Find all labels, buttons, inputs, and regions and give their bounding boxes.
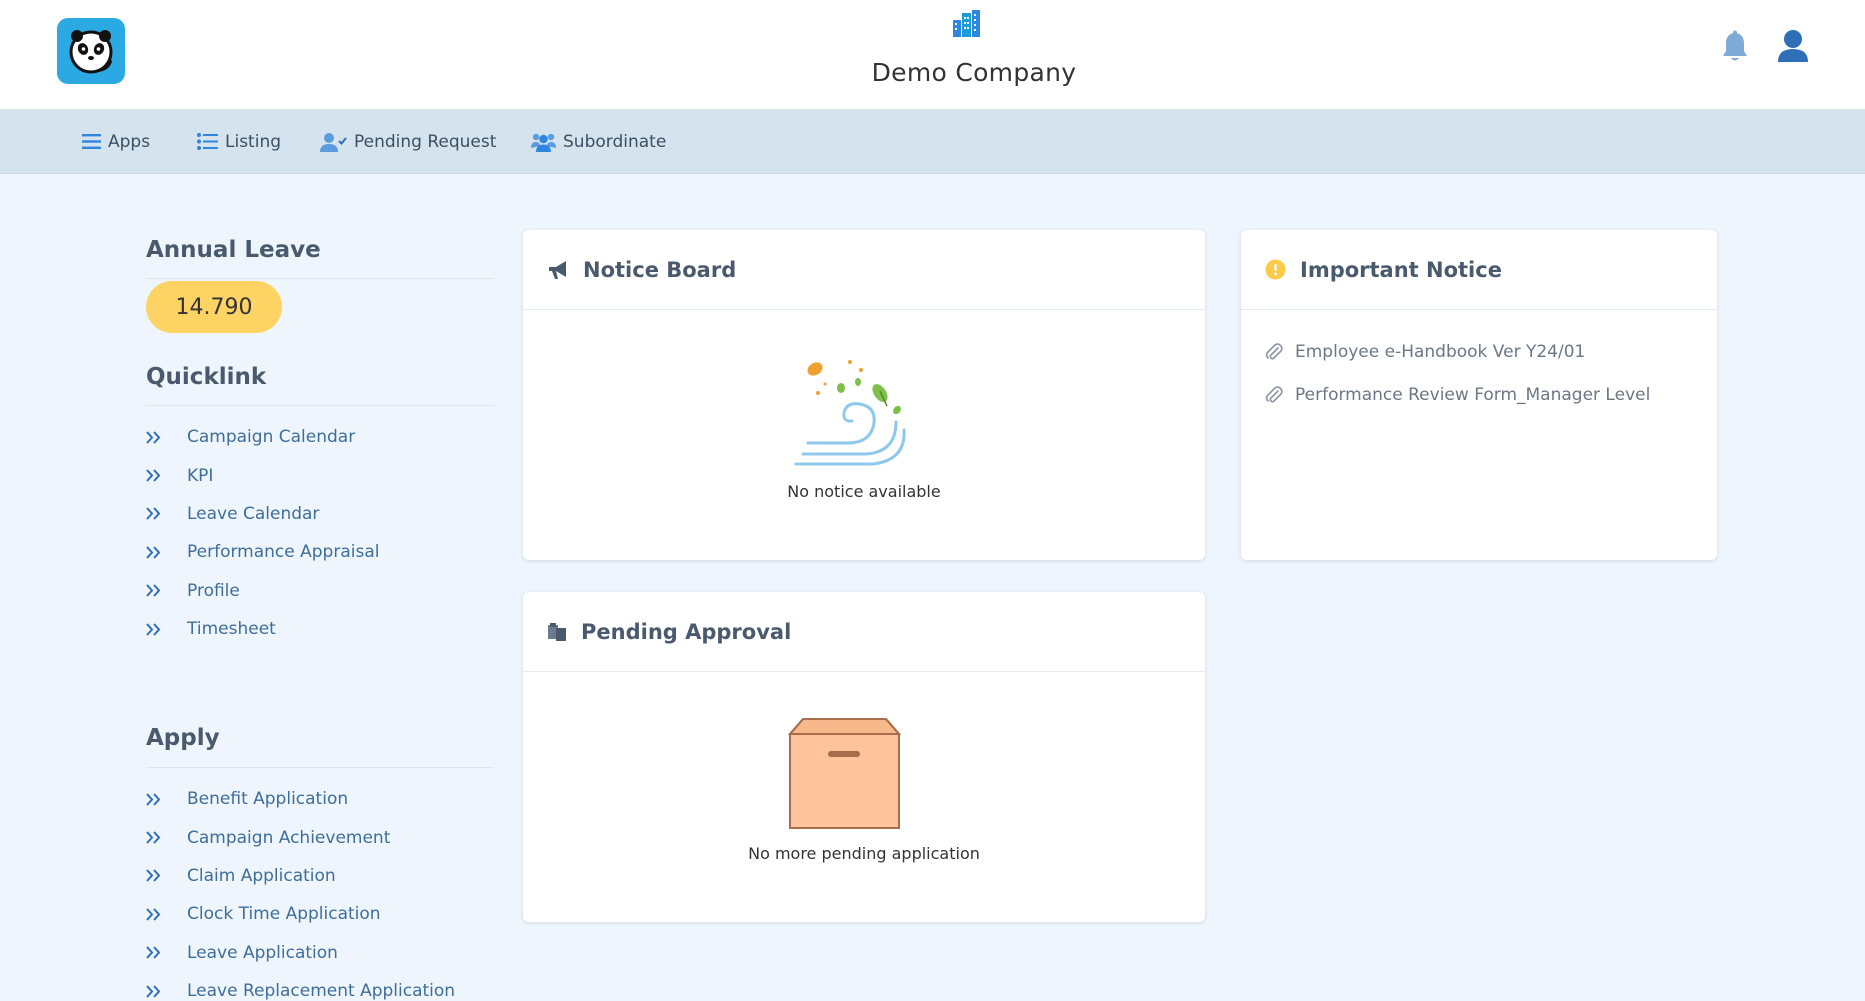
important-notice-list: Employee e-Handbook Ver Y24/01 Performan… bbox=[1241, 310, 1717, 416]
quicklink-campaign-calendar[interactable]: Campaign Calendar bbox=[146, 418, 379, 456]
notice-board-header: Notice Board bbox=[523, 230, 1205, 310]
divider bbox=[146, 767, 494, 768]
quicklink-profile[interactable]: Profile bbox=[146, 572, 379, 610]
chevrons-right-icon bbox=[146, 946, 187, 959]
nav-pending-request[interactable]: Pending Request bbox=[320, 109, 496, 174]
nav-listing[interactable]: Listing bbox=[197, 109, 281, 174]
quicklink-title: Quicklink bbox=[146, 364, 267, 390]
empty-box-icon bbox=[787, 718, 902, 829]
nav-subordinate[interactable]: Subordinate bbox=[531, 109, 666, 174]
apply-title: Apply bbox=[146, 725, 220, 751]
quicklink-label: Performance Appraisal bbox=[187, 542, 380, 563]
notice-board-title: Notice Board bbox=[583, 257, 737, 282]
apply-benefit-application[interactable]: Benefit Application bbox=[146, 780, 455, 818]
nav-subordinate-label: Subordinate bbox=[563, 131, 667, 152]
annual-leave-title: Annual Leave bbox=[146, 237, 321, 263]
quicklink-kpi[interactable]: KPI bbox=[146, 456, 379, 494]
chevrons-right-icon bbox=[146, 831, 187, 844]
users-icon bbox=[531, 133, 556, 152]
wind-leaves-icon bbox=[794, 360, 906, 466]
list-icon bbox=[197, 133, 218, 150]
important-notice-header: Important Notice bbox=[1241, 230, 1717, 310]
apply-clock-time-application[interactable]: Clock Time Application bbox=[146, 895, 455, 933]
chevrons-right-icon bbox=[146, 793, 187, 806]
chevrons-right-icon bbox=[146, 622, 187, 636]
chevrons-right-icon bbox=[146, 869, 187, 883]
annual-leave-balance: 14.790 bbox=[146, 281, 282, 333]
pending-approval-empty-text: No more pending application bbox=[748, 844, 980, 863]
nav-pending-request-label: Pending Request bbox=[354, 131, 497, 152]
quicklink-list: Campaign Calendar KPI Leave Calendar Per… bbox=[146, 418, 379, 648]
quicklink-label: Leave Calendar bbox=[187, 503, 320, 524]
chevrons-right-icon bbox=[146, 507, 187, 521]
alert-circle-icon bbox=[1265, 259, 1286, 280]
quicklink-label: Campaign Calendar bbox=[187, 427, 356, 448]
quicklink-label: Profile bbox=[187, 580, 240, 601]
apply-claim-application[interactable]: Claim Application bbox=[146, 857, 455, 895]
user-check-icon bbox=[320, 132, 347, 152]
apply-label: Claim Application bbox=[187, 865, 336, 886]
top-header: Demo Company bbox=[0, 0, 1865, 109]
nav-apps-label: Apps bbox=[108, 131, 151, 152]
quicklink-label: Timesheet bbox=[187, 619, 276, 640]
important-notice-item[interactable]: Employee e-Handbook Ver Y24/01 bbox=[1265, 330, 1717, 373]
chevrons-right-icon bbox=[146, 584, 187, 597]
chevrons-right-icon bbox=[146, 908, 187, 921]
notice-board-card: Notice Board No notice available bbox=[523, 230, 1205, 560]
bell-icon[interactable] bbox=[1721, 30, 1749, 64]
apply-leave-replacement-application[interactable]: Leave Replacement Application bbox=[146, 972, 455, 1001]
apply-label: Clock Time Application bbox=[187, 904, 381, 925]
megaphone-icon bbox=[549, 260, 566, 279]
apply-label: Leave Replacement Application bbox=[187, 981, 456, 1001]
important-notice-label: Employee e-Handbook Ver Y24/01 bbox=[1295, 341, 1586, 362]
chevrons-right-icon bbox=[146, 469, 187, 482]
apply-list: Benefit Application Campaign Achievement… bbox=[146, 780, 455, 1001]
important-notice-card: Important Notice Employee e-Handbook Ver… bbox=[1241, 230, 1717, 560]
chevrons-right-icon bbox=[146, 431, 187, 444]
paperclip-icon bbox=[1265, 342, 1283, 360]
important-notice-item[interactable]: Performance Review Form_Manager Level bbox=[1265, 373, 1717, 416]
user-icon[interactable] bbox=[1777, 29, 1809, 63]
menu-icon bbox=[82, 134, 101, 149]
nav-listing-label: Listing bbox=[225, 131, 282, 152]
building-icon bbox=[953, 10, 980, 37]
chevrons-right-icon bbox=[146, 546, 187, 559]
clipboard-icon bbox=[548, 622, 566, 641]
company-name: Demo Company bbox=[871, 58, 1077, 87]
apply-label: Campaign Achievement bbox=[187, 827, 391, 848]
quicklink-timesheet[interactable]: Timesheet bbox=[146, 610, 379, 648]
notice-board-empty-text: No notice available bbox=[787, 482, 941, 501]
apply-label: Leave Application bbox=[187, 942, 338, 963]
quicklink-performance-appraisal[interactable]: Performance Appraisal bbox=[146, 533, 379, 571]
pending-approval-header: Pending Approval bbox=[523, 592, 1205, 672]
apply-label: Benefit Application bbox=[187, 789, 349, 810]
apply-campaign-achievement[interactable]: Campaign Achievement bbox=[146, 818, 455, 856]
nav-apps[interactable]: Apps bbox=[82, 109, 150, 174]
quicklink-leave-calendar[interactable]: Leave Calendar bbox=[146, 495, 379, 533]
important-notice-label: Performance Review Form_Manager Level bbox=[1295, 384, 1651, 405]
divider bbox=[146, 278, 494, 279]
divider bbox=[146, 405, 494, 406]
chevrons-right-icon bbox=[146, 984, 187, 998]
main-navbar: Apps Listing Pending Request Subordinate bbox=[0, 109, 1865, 174]
pending-approval-title: Pending Approval bbox=[581, 619, 792, 644]
pending-approval-card: Pending Approval No more pending applica… bbox=[523, 592, 1205, 922]
important-notice-title: Important Notice bbox=[1300, 257, 1502, 282]
apply-leave-application[interactable]: Leave Application bbox=[146, 934, 455, 972]
quicklink-label: KPI bbox=[187, 465, 214, 486]
paperclip-icon bbox=[1265, 385, 1283, 403]
